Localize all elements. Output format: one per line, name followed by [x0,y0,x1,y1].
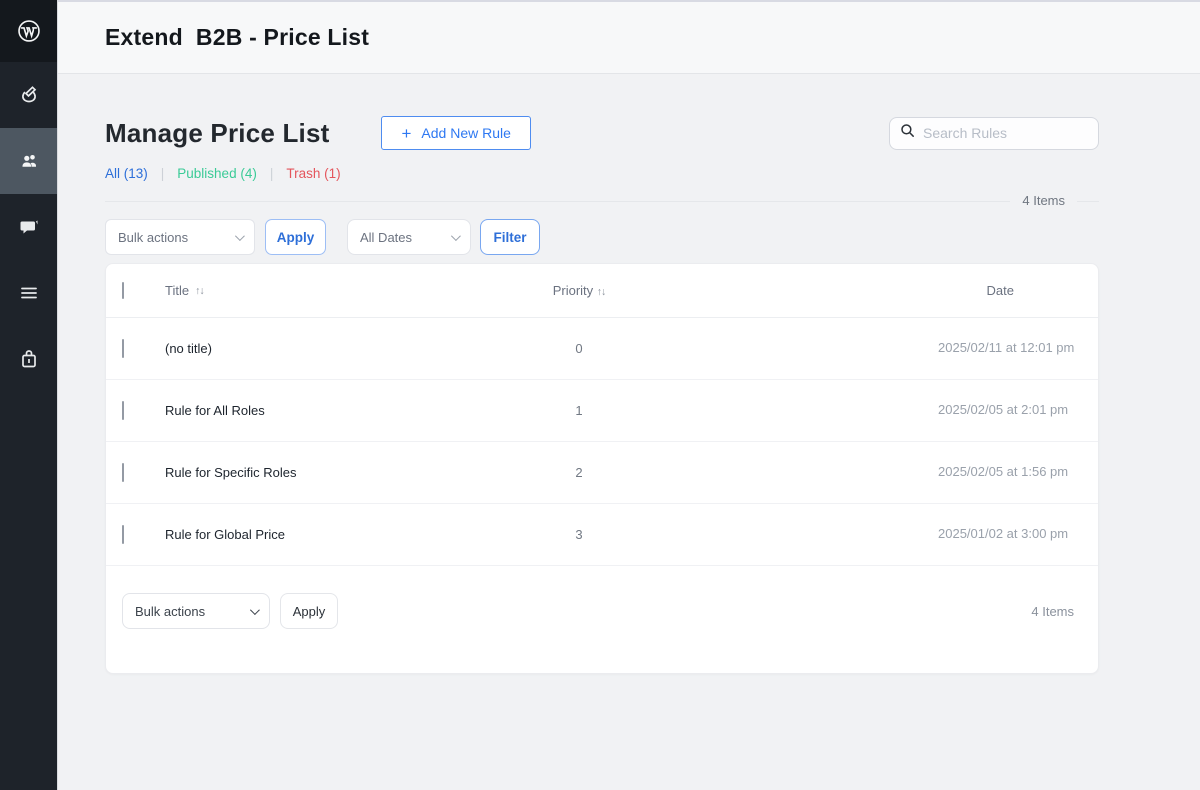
items-count-divider: 4 Items [105,201,1099,202]
rule-date: 2025/02/11 at 12:01 pm [938,339,1078,358]
search-input[interactable] [923,125,1073,141]
page-title: Manage Price List [105,118,329,149]
bulk-actions-value: Bulk actions [118,230,188,245]
status-tabs: All (13) | Published (4) | Trash (1) [105,166,1099,181]
table-footer: Bulk actions Apply 4 Items [106,566,1098,673]
sort-icon[interactable]: ↑↓ [597,286,606,298]
chevron-down-icon [451,231,461,241]
rule-date: 2025/02/05 at 2:01 pm [938,401,1078,420]
bulk-actions-select[interactable]: Bulk actions [105,219,255,255]
users-icon [17,149,41,173]
wordpress-logo-icon [16,18,42,44]
filter-button[interactable]: Filter [480,219,540,255]
menu-icon [18,282,40,304]
rule-title[interactable]: Rule for Global Price [152,527,514,542]
tab-published[interactable]: Published (4) [177,166,257,181]
plugin-cup-pencil-icon [17,83,41,107]
admin-sidebar [0,0,57,790]
topbar: Extend B2B - Price List [58,0,1200,74]
sidebar-item-menu[interactable] [0,260,57,326]
rule-priority: 2 [514,465,644,480]
comments-icon [17,215,41,239]
column-title[interactable]: Title [165,283,189,298]
table-row[interactable]: Rule for Global Price 3 2025/01/02 at 3:… [106,504,1098,566]
chevron-down-icon [250,605,260,615]
table-row[interactable]: (no title) 0 2025/02/11 at 12:01 pm [106,318,1098,380]
shopping-bag-icon [17,347,41,371]
items-count-top: 4 Items [1010,193,1077,208]
apply-button-bottom[interactable]: Apply [280,593,338,629]
rule-title[interactable]: (no title) [152,341,514,356]
main-content: Extend B2B - Price List Manage Price Lis… [57,0,1200,790]
table-header-row: Title ↑↓ Priority ↑↓ Date [106,264,1098,318]
rule-title[interactable]: Rule for Specific Roles [152,465,514,480]
chevron-down-icon [235,231,245,241]
tab-trash[interactable]: Trash (1) [286,166,340,181]
add-new-rule-label: Add New Rule [421,125,511,141]
search-icon [900,123,915,143]
apply-button[interactable]: Apply [265,219,326,255]
search-box[interactable] [889,117,1099,150]
sidebar-item-wordpress[interactable] [0,0,57,62]
table-row[interactable]: Rule for Specific Roles 2 2025/02/05 at … [106,442,1098,504]
sidebar-item-users[interactable] [0,128,57,194]
rule-priority: 0 [514,341,644,356]
app-title: Extend B2B - Price List [105,24,369,51]
rules-table-card: Title ↑↓ Priority ↑↓ Date (no title) 0 2… [105,263,1099,674]
all-dates-value: All Dates [360,230,412,245]
rule-priority: 3 [514,527,644,542]
top-toolbar: Bulk actions Apply All Dates Filter [105,219,1099,255]
bulk-actions-value: Bulk actions [135,604,205,619]
sort-icon[interactable]: ↑↓ [195,285,204,297]
row-checkbox[interactable] [122,339,124,358]
sidebar-item-products[interactable] [0,326,57,392]
column-priority[interactable]: Priority [553,283,593,298]
row-checkbox[interactable] [122,525,124,544]
app-title-part2: B2B - Price List [196,24,369,51]
rule-priority: 1 [514,403,644,418]
tab-separator: | [161,166,165,181]
column-date: Date [987,283,1098,298]
items-count-bottom: 4 Items [1031,604,1074,619]
rule-title[interactable]: Rule for All Roles [152,403,514,418]
rule-date: 2025/02/05 at 1:56 pm [938,463,1078,482]
select-all-checkbox[interactable] [122,282,124,299]
table-row[interactable]: Rule for All Roles 1 2025/02/05 at 2:01 … [106,380,1098,442]
app-window: Extend B2B - Price List Manage Price Lis… [0,0,1200,790]
rule-date: 2025/01/02 at 3:00 pm [938,525,1078,544]
tab-separator: | [270,166,274,181]
add-new-rule-button[interactable]: + Add New Rule [381,116,530,150]
sidebar-item-comments[interactable] [0,194,57,260]
tab-all[interactable]: All (13) [105,166,148,181]
row-checkbox[interactable] [122,401,124,420]
app-title-part1: Extend [105,24,183,51]
sidebar-item-plugin[interactable] [0,62,57,128]
price-list-page: Manage Price List + Add New Rule All (13… [105,74,1099,674]
bulk-actions-select-bottom[interactable]: Bulk actions [122,593,270,629]
all-dates-select[interactable]: All Dates [347,219,471,255]
page-head: Manage Price List + Add New Rule [105,116,1099,150]
plus-icon: + [401,125,411,142]
row-checkbox[interactable] [122,463,124,482]
